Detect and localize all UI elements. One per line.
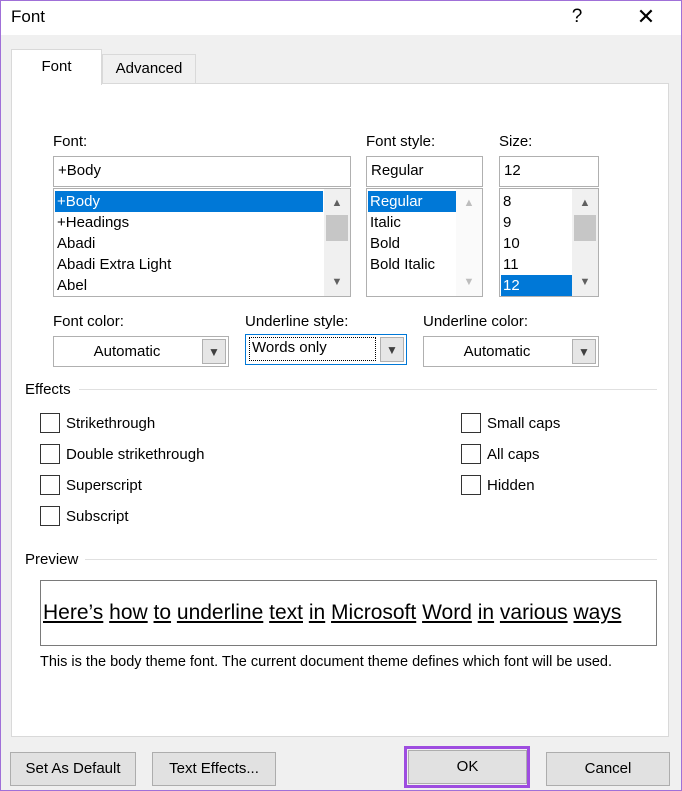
tab-font[interactable]: Font xyxy=(11,49,102,85)
preview-word: to xyxy=(153,601,172,624)
subscript-checkbox[interactable] xyxy=(40,506,60,526)
font-style-scrollbar[interactable]: ▲ ▼ xyxy=(456,189,482,296)
chevron-down-icon[interactable]: ▼ xyxy=(380,337,404,362)
effects-divider xyxy=(79,389,657,390)
strikethrough-checkbox[interactable] xyxy=(40,413,60,433)
font-scrollbar[interactable]: ▲ ▼ xyxy=(324,189,350,296)
preview-word: Word xyxy=(422,601,472,624)
scroll-down-icon[interactable]: ▼ xyxy=(324,272,350,292)
superscript-label[interactable]: Superscript xyxy=(66,477,142,494)
double-strikethrough-label[interactable]: Double strikethrough xyxy=(66,446,204,463)
dialog-title: Font xyxy=(11,7,46,26)
preview-word: Microsoft xyxy=(331,601,417,624)
list-item[interactable]: Abel xyxy=(55,275,87,296)
list-item[interactable]: 9 xyxy=(501,212,511,233)
all-caps-checkbox[interactable] xyxy=(461,444,481,464)
underline-color-value: Automatic xyxy=(463,343,531,360)
preview-text: Here’s how to underline text in Microsof… xyxy=(43,601,621,625)
preview-word: how xyxy=(109,601,148,624)
subscript-label[interactable]: Subscript xyxy=(66,508,129,525)
scroll-thumb[interactable] xyxy=(574,215,596,241)
font-listbox[interactable]: +Body +Headings Abadi Abadi Extra Light … xyxy=(53,188,351,297)
font-style-label: Font style: xyxy=(366,133,436,150)
hidden-label[interactable]: Hidden xyxy=(487,477,535,494)
hidden-checkbox[interactable] xyxy=(461,475,481,495)
preview-word: underline xyxy=(176,601,264,624)
effects-heading: Effects xyxy=(25,381,71,398)
preview-word: various xyxy=(499,601,568,624)
set-as-default-button[interactable]: Set As Default xyxy=(10,752,136,786)
preview-box: Here’s how to underline text in Microsof… xyxy=(40,580,657,646)
chevron-down-icon[interactable]: ▼ xyxy=(202,339,226,364)
preview-word: ways xyxy=(573,601,622,624)
list-item[interactable]: Bold Italic xyxy=(368,254,435,275)
font-name-input[interactable]: +Body xyxy=(53,156,351,187)
all-caps-label[interactable]: All caps xyxy=(487,446,540,463)
scroll-up-icon[interactable]: ▲ xyxy=(324,193,350,213)
list-item[interactable]: 11 xyxy=(501,254,519,275)
font-color-dropdown[interactable]: Automatic ▼ xyxy=(53,336,229,367)
preview-word: text xyxy=(269,601,303,624)
list-item[interactable]: +Headings xyxy=(55,212,129,233)
underline-style-value: Words only xyxy=(249,337,376,361)
list-item[interactable]: Abadi xyxy=(55,233,95,254)
preview-divider xyxy=(85,559,657,560)
underline-style-label: Underline style: xyxy=(245,313,349,330)
list-item[interactable]: 12 xyxy=(501,275,572,296)
list-item[interactable]: 10 xyxy=(501,233,520,254)
size-label: Size: xyxy=(499,133,533,150)
text-effects-button[interactable]: Text Effects... xyxy=(152,752,276,786)
list-item[interactable]: Italic xyxy=(368,212,401,233)
superscript-checkbox[interactable] xyxy=(40,475,60,495)
list-item[interactable]: +Body xyxy=(55,191,323,212)
size-listbox[interactable]: 8 9 10 11 12 ▲ ▼ xyxy=(499,188,599,297)
size-scrollbar[interactable]: ▲ ▼ xyxy=(572,189,598,296)
font-style-input[interactable]: Regular xyxy=(366,156,483,187)
preview-word: in xyxy=(477,601,495,624)
font-style-listbox[interactable]: Regular Italic Bold Bold Italic ▲ ▼ xyxy=(366,188,483,297)
cancel-button[interactable]: Cancel xyxy=(546,752,670,786)
preview-note: This is the body theme font. The current… xyxy=(40,654,612,670)
size-input[interactable]: 12 xyxy=(499,156,599,187)
preview-word: Here’s xyxy=(43,601,104,624)
list-item[interactable]: Regular xyxy=(368,191,456,212)
scroll-up-icon: ▲ xyxy=(463,197,475,209)
list-item[interactable]: Bold xyxy=(368,233,400,254)
font-dialog: Font ? ✕ Font Advanced Font: +Body +Body… xyxy=(0,0,682,791)
title-bar: Font ? ✕ xyxy=(1,1,681,35)
scroll-thumb[interactable] xyxy=(326,215,348,241)
scroll-up-icon[interactable]: ▲ xyxy=(572,193,598,213)
scroll-down-icon[interactable]: ▼ xyxy=(572,272,598,292)
small-caps-checkbox[interactable] xyxy=(461,413,481,433)
double-strikethrough-checkbox[interactable] xyxy=(40,444,60,464)
help-button[interactable]: ? xyxy=(563,3,591,31)
font-color-label: Font color: xyxy=(53,313,124,330)
underline-color-dropdown[interactable]: Automatic ▼ xyxy=(423,336,599,367)
font-color-value: Automatic xyxy=(93,343,161,360)
scroll-down-icon: ▼ xyxy=(463,276,475,288)
strikethrough-label[interactable]: Strikethrough xyxy=(66,415,155,432)
small-caps-label[interactable]: Small caps xyxy=(487,415,560,432)
font-label: Font: xyxy=(53,133,88,150)
underline-style-dropdown[interactable]: Words only ▼ xyxy=(245,334,407,365)
list-item[interactable]: Abadi Extra Light xyxy=(55,254,171,275)
close-button[interactable]: ✕ xyxy=(629,3,663,31)
chevron-down-icon[interactable]: ▼ xyxy=(572,339,596,364)
preview-heading: Preview xyxy=(25,551,79,568)
underline-color-label: Underline color: xyxy=(423,313,529,330)
ok-button[interactable]: OK xyxy=(408,750,527,784)
preview-word: in xyxy=(308,601,326,624)
list-item[interactable]: 8 xyxy=(501,191,511,212)
tab-advanced[interactable]: Advanced xyxy=(102,54,196,84)
